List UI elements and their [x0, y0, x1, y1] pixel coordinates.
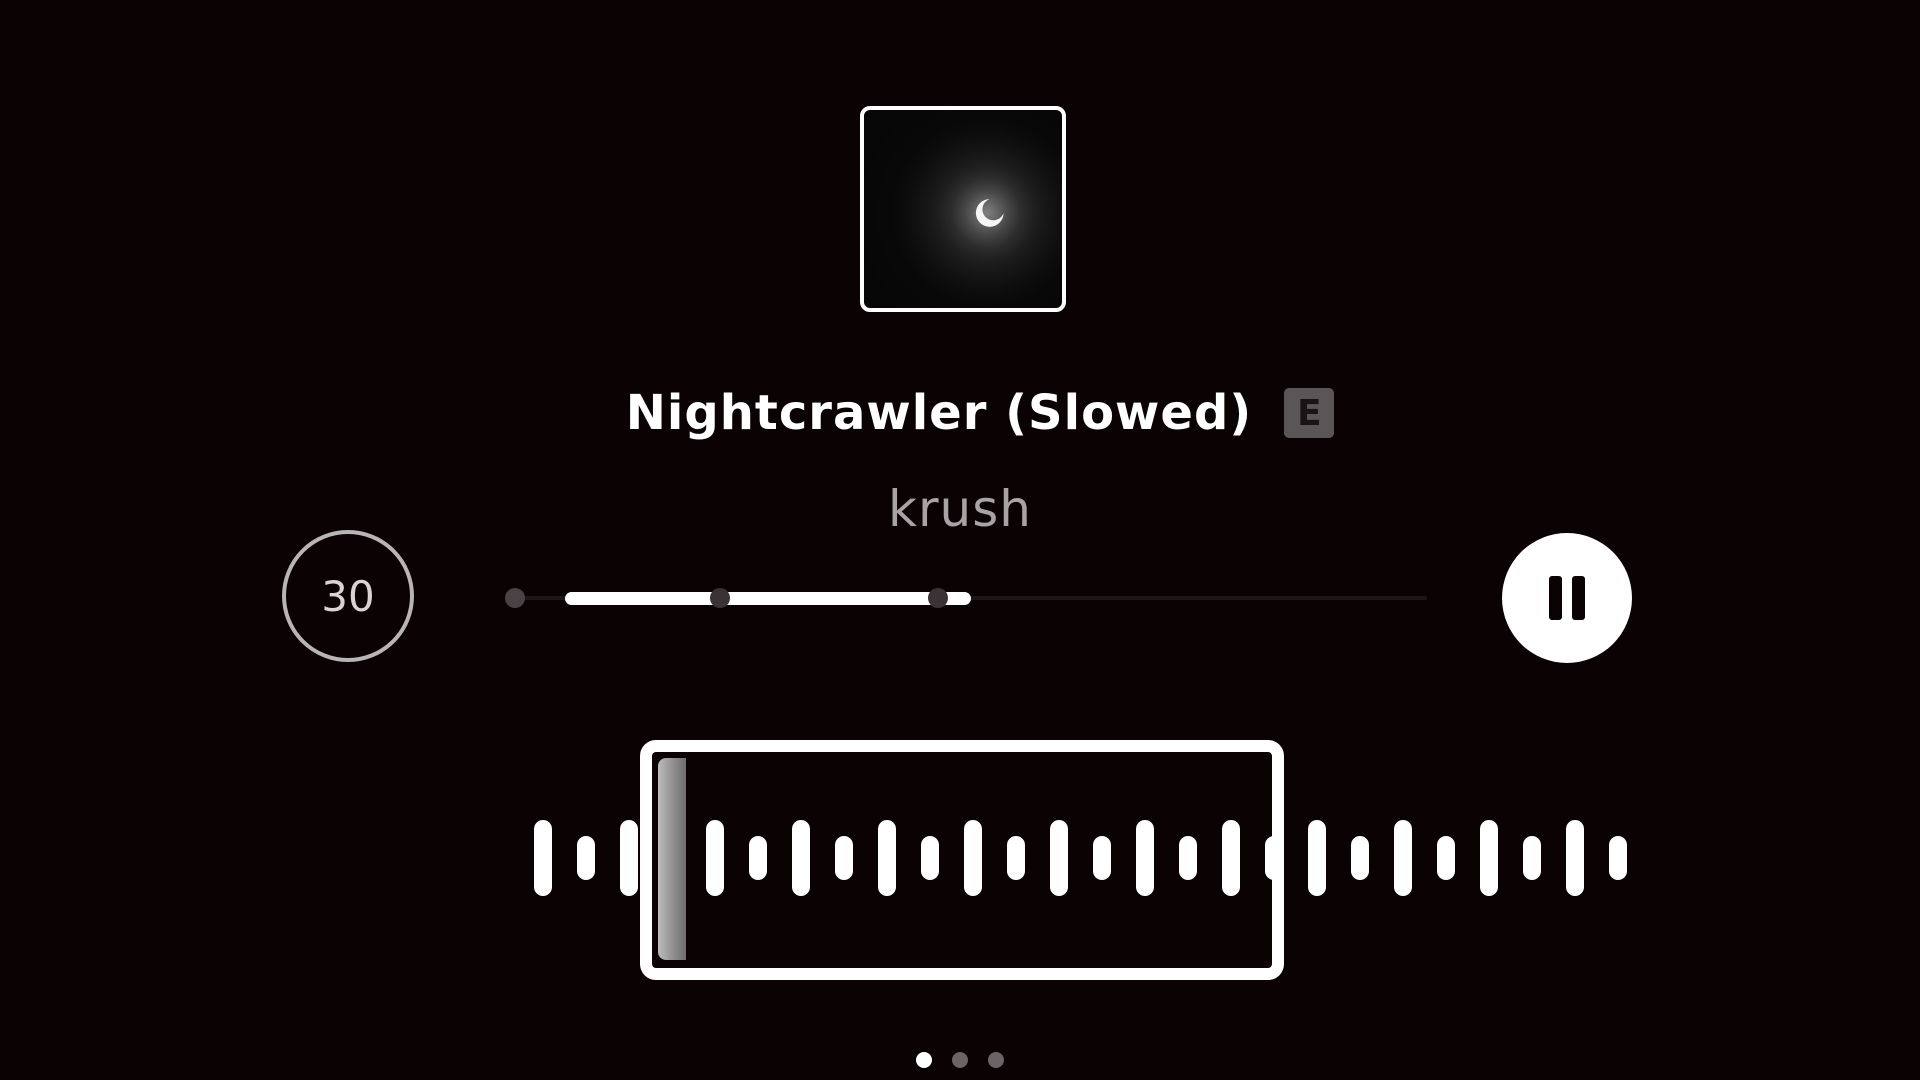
skip-30-button[interactable]: 30: [282, 530, 414, 662]
album-art[interactable]: [860, 106, 1066, 312]
page-dot[interactable]: [952, 1052, 968, 1068]
clip-selection-handle[interactable]: [658, 758, 686, 960]
page-dot[interactable]: [988, 1052, 1004, 1068]
waveform-bar: [1308, 820, 1326, 896]
title-row: Nightcrawler (Slowed) E: [0, 378, 1920, 448]
artist-name[interactable]: krush: [0, 480, 1920, 538]
clip-selection-frame[interactable]: [640, 740, 1284, 980]
progress-bar[interactable]: [505, 587, 1427, 609]
waveform-bar: [577, 836, 595, 880]
skip-30-label: 30: [321, 571, 375, 621]
waveform-bar: [1480, 820, 1498, 896]
progress-fill: [565, 592, 971, 605]
page-indicator: [0, 1052, 1920, 1068]
pause-icon: [1549, 576, 1585, 620]
waveform-bar: [1351, 836, 1369, 880]
moon-icon: [864, 110, 1062, 308]
progress-marker-dot: [928, 588, 948, 608]
page-dot[interactable]: [916, 1052, 932, 1068]
clip-selection-inner: [660, 760, 1264, 960]
waveform-bar: [1566, 820, 1584, 896]
song-title: Nightcrawler (Slowed): [625, 385, 1253, 441]
explicit-badge: E: [1284, 388, 1335, 438]
waveform-bar: [1394, 820, 1412, 896]
progress-start-dot: [505, 588, 525, 608]
waveform-bar: [1609, 836, 1627, 880]
waveform-bar: [1523, 836, 1541, 880]
pause-button[interactable]: [1502, 533, 1632, 663]
progress-marker-dot: [710, 588, 730, 608]
waveform-bar: [1437, 836, 1455, 880]
waveform-bar: [534, 820, 552, 896]
waveform-bar: [620, 820, 638, 896]
music-player-screen: Nightcrawler (Slowed) E krush 30: [0, 0, 1920, 1080]
